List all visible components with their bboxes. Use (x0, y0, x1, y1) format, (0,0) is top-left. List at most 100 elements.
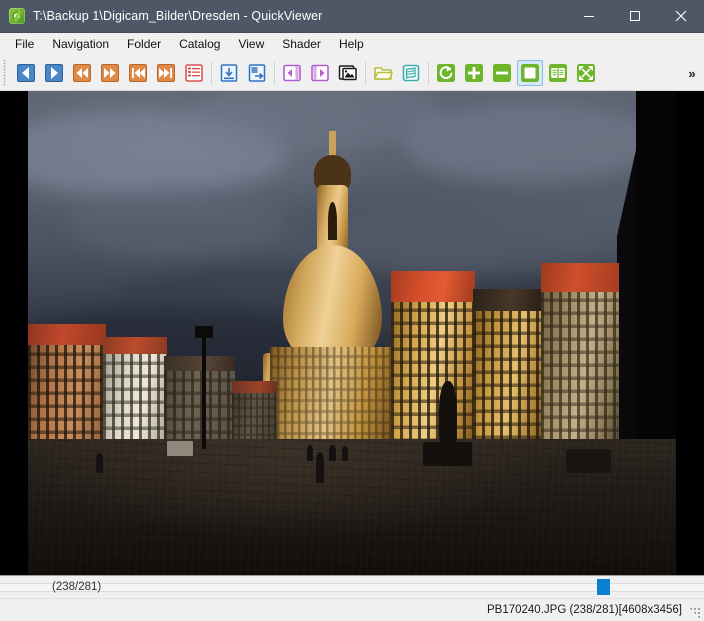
roof-mid-far (232, 380, 278, 393)
open-file-icon (220, 64, 238, 82)
status-bar: PB170240.JPG (238/281)[4608x3456] (0, 598, 704, 621)
rotate-icon (437, 64, 455, 82)
playlist-icon (185, 64, 203, 82)
first-page-button[interactable] (125, 60, 151, 86)
luther-statue-pedestal (423, 441, 472, 467)
last-page-button[interactable] (153, 60, 179, 86)
close-button[interactable] (658, 0, 704, 32)
toolbar-separator (274, 62, 275, 84)
facade-right-orange (472, 308, 544, 450)
window-title: T:\Backup 1\Digicam_Bilder\Dresden - Qui… (33, 9, 323, 23)
menu-item-navigation[interactable]: Navigation (43, 34, 118, 55)
open-folder-button[interactable] (370, 60, 396, 86)
facade-left-grey (164, 369, 236, 450)
book-icon (402, 64, 420, 82)
lamp-post-head (195, 326, 214, 338)
lamp-post-pole (201, 333, 207, 450)
roof-left-grey (164, 356, 236, 371)
roof-right-red (390, 270, 476, 303)
fullscreen-button[interactable] (573, 60, 599, 86)
toolbar-separator (211, 62, 212, 84)
market-stall (167, 440, 194, 457)
page-right-icon (311, 64, 329, 82)
skip-first-icon (129, 64, 147, 82)
facade-left-red (28, 342, 106, 450)
church-nave (270, 347, 395, 450)
image-viewer[interactable] (0, 91, 704, 575)
fast-forward-button[interactable] (97, 60, 123, 86)
app-icon (9, 8, 25, 24)
parked-car (565, 449, 612, 474)
open-file-button[interactable] (216, 60, 242, 86)
toolbar-separator (365, 62, 366, 84)
roof-right-dark (472, 289, 544, 312)
window-controls (566, 0, 704, 32)
roof-left-white (102, 336, 168, 355)
fit-window-icon (521, 64, 539, 82)
slideshow-button[interactable] (335, 60, 361, 86)
resize-grip[interactable] (689, 607, 701, 619)
person-group-2 (329, 444, 336, 462)
facade-far-right-pale (541, 289, 619, 450)
export-file-button[interactable] (244, 60, 270, 86)
page-slider-handle[interactable] (597, 579, 610, 595)
menu-bar: File Navigation Folder Catalog View Shad… (0, 33, 704, 56)
next-page-button[interactable] (41, 60, 67, 86)
skip-last-icon (157, 64, 175, 82)
fast-forward-icon (101, 64, 119, 82)
zoom-out-button[interactable] (489, 60, 515, 86)
menu-item-view[interactable]: View (229, 34, 273, 55)
open-archive-button[interactable] (398, 60, 424, 86)
menu-item-shader[interactable]: Shader (273, 34, 330, 55)
photo-canvas (28, 91, 676, 575)
page-right-button[interactable] (307, 60, 333, 86)
rotate-button[interactable] (433, 60, 459, 86)
next-page-icon (45, 64, 63, 82)
maximize-icon (630, 11, 640, 21)
maximize-button[interactable] (612, 0, 658, 32)
dual-page-icon (549, 64, 567, 82)
quickviewer-window: T:\Backup 1\Digicam_Bilder\Dresden - Qui… (0, 0, 704, 621)
person-left (96, 453, 103, 474)
page-left-icon (283, 64, 301, 82)
person-walking (316, 451, 325, 484)
title-bar: T:\Backup 1\Digicam_Bilder\Dresden - Qui… (0, 0, 704, 33)
facade-left-white (102, 352, 168, 450)
zoom-in-icon (465, 64, 483, 82)
catalog-list-button[interactable] (181, 60, 207, 86)
status-file-info: PB170240.JPG (238/281)[4608x3456] (486, 604, 682, 616)
folder-icon (374, 67, 393, 80)
fast-rewind-icon (73, 64, 91, 82)
lantern-opening (328, 202, 337, 240)
menu-item-folder[interactable]: Folder (118, 34, 170, 55)
minimize-button[interactable] (566, 0, 612, 32)
person-group-3 (341, 445, 349, 462)
menu-item-help[interactable]: Help (330, 34, 373, 55)
page-slider-row: (238/281) (0, 575, 704, 598)
roof-far-right-red (541, 263, 619, 293)
toolbar-drag-handle[interactable] (2, 60, 10, 86)
menu-item-catalog[interactable]: Catalog (170, 34, 229, 55)
zoom-out-icon (493, 64, 511, 82)
roof-left-red (28, 324, 106, 345)
fast-rewind-button[interactable] (69, 60, 95, 86)
fit-window-button[interactable] (517, 60, 543, 86)
dual-page-button[interactable] (545, 60, 571, 86)
toolbar: » (0, 56, 704, 91)
person-group-1 (306, 444, 314, 462)
close-icon (675, 10, 687, 22)
zoom-in-button[interactable] (461, 60, 487, 86)
menu-item-file[interactable]: File (6, 34, 43, 55)
frauenkirche (262, 131, 403, 450)
toolbar-overflow-button[interactable]: » (682, 60, 702, 86)
prev-page-icon (17, 64, 35, 82)
minimize-icon (584, 16, 594, 17)
export-file-icon (248, 64, 266, 82)
prev-page-button[interactable] (13, 60, 39, 86)
page-position-label: (238/281) (52, 581, 102, 593)
toolbar-separator (428, 62, 429, 84)
facade-right-yellow (390, 299, 476, 450)
slideshow-icon (338, 65, 357, 81)
luther-statue-figure (438, 381, 457, 445)
page-left-button[interactable] (279, 60, 305, 86)
